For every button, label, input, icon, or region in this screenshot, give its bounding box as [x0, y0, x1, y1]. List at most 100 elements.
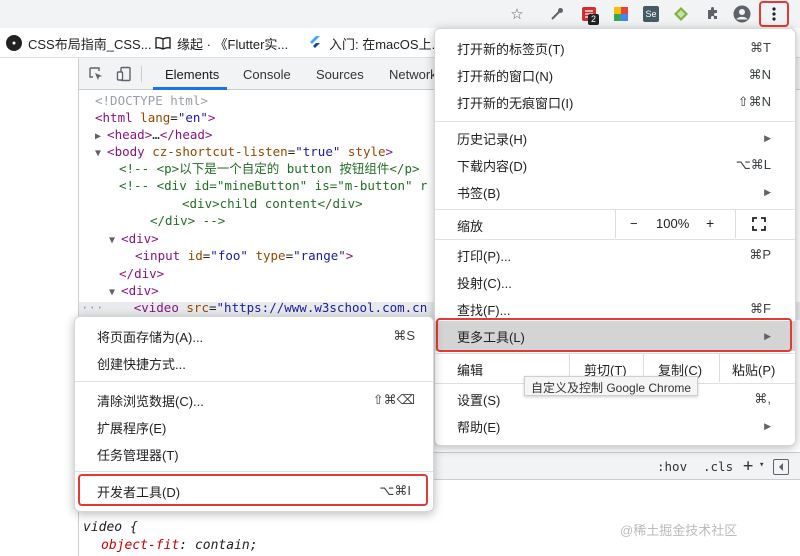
menu-item-label: 打开新的标签页(T) [457, 41, 565, 57]
dom-line[interactable]: <!DOCTYPE html> [95, 92, 208, 109]
fullscreen-button[interactable] [735, 210, 795, 238]
bookmark-item[interactable]: 缘起 · 《Flutter实... [155, 34, 288, 52]
menu-item-bookmarks[interactable]: 书签(B) ▶ [435, 179, 795, 205]
se-icon[interactable]: Se [640, 3, 662, 25]
extension-icon-2[interactable] [610, 3, 632, 25]
dom-line[interactable]: <input id="foo" type="range"> [135, 247, 353, 264]
submenu-arrow-icon: ▶ [764, 132, 771, 143]
expand-arrow-icon[interactable]: ▶ [95, 131, 107, 142]
menu-item-incognito[interactable]: 打开新的无痕窗口(I) ⇧⌘N [435, 89, 795, 115]
toggle-sidebar-icon[interactable] [773, 459, 789, 475]
submenu-item-clear-data[interactable]: 清除浏览数据(C)... ⇧⌘⌫ [75, 387, 433, 413]
site-icon: ● [6, 35, 22, 51]
fullscreen-icon [752, 217, 766, 231]
menu-item-history[interactable]: 历史记录(H) ▶ [435, 125, 795, 151]
dom-line[interactable]: <!-- <div id="mineButton" is="m-button" … [119, 177, 428, 194]
menu-item-label: 扩展程序(E) [97, 420, 167, 436]
menu-item-help[interactable]: 帮助(E) ▶ [435, 413, 795, 439]
tag-name: body [114, 144, 145, 159]
comment-text: </div> --> [150, 213, 226, 228]
css-declaration[interactable]: object-fit: contain; [101, 538, 258, 553]
eyedropper-icon[interactable] [546, 3, 568, 25]
comment-text: <!-- <div id="mineButton" is="m-button" … [119, 178, 428, 193]
developer-tools-highlight-box [78, 474, 428, 506]
profile-icon[interactable] [731, 3, 753, 25]
zoom-level: 100% [656, 216, 690, 231]
device-toolbar-icon[interactable] [115, 65, 133, 83]
zoom-out-button[interactable]: − [630, 216, 638, 231]
puzzle-icon[interactable] [702, 3, 724, 25]
collapse-arrow-icon[interactable]: ▼ [95, 148, 107, 159]
submenu-item-save-page[interactable]: 将页面存储为(A)... ⌘S [75, 323, 433, 349]
submenu-item-extensions[interactable]: 扩展程序(E) [75, 414, 433, 440]
menu-item-new-window[interactable]: 打开新的窗口(N) ⌘N [435, 62, 795, 88]
submenu-item-task-manager[interactable]: 任务管理器(T) [75, 441, 433, 467]
chevron-down-icon[interactable]: ▾ [759, 460, 764, 470]
dom-line[interactable]: </div> [119, 265, 164, 282]
more-tools-highlight-box [436, 318, 792, 352]
menu-item-shortcut: ⌘F [750, 301, 771, 316]
menu-item-label: 打印(P)... [457, 248, 512, 264]
collapse-arrow-icon[interactable]: ▼ [109, 287, 121, 298]
bookmark-label: 缘起 · 《Flutter实... [177, 36, 289, 52]
css-property: object-fit [101, 538, 180, 553]
submenu-item-create-shortcut[interactable]: 创建快捷方式... [75, 350, 433, 376]
menu-item-new-tab[interactable]: 打开新的标签页(T) ⌘T [435, 35, 795, 61]
menu-item-shortcut: ⇧⌘N [737, 94, 771, 109]
comment-text: <!-- <p>以下是一个自定的 button 按钮组件</p> [119, 161, 420, 176]
menu-item-shortcut: ⌥⌘L [735, 157, 771, 172]
hover-state-toggle[interactable]: :hov [657, 459, 687, 474]
menu-item-downloads[interactable]: 下载内容(D) ⌥⌘L [435, 152, 795, 178]
dom-line[interactable]: </div> --> [150, 212, 225, 229]
bookmark-label: 入门: 在macOS上... [329, 36, 443, 52]
menu-item-label: 投射(C)... [457, 275, 512, 291]
attr-name: cz-shortcut-listen [152, 144, 288, 159]
attr-name: lang [140, 110, 171, 125]
new-style-rule-button[interactable]: + [743, 456, 753, 476]
bookmark-item[interactable]: 入门: 在macOS上... [307, 34, 442, 52]
bookmark-item[interactable]: ● CSS布局指南_CSS... [6, 34, 152, 52]
tooltip: 自定义及控制 Google Chrome [524, 376, 699, 396]
class-toggle[interactable]: .cls [703, 459, 733, 474]
menu-divider [75, 471, 433, 472]
menu-item-label: 将页面存储为(A)... [97, 329, 204, 345]
more-dots-icon[interactable]: ··· [81, 300, 119, 315]
menu-item-label: 设置(S) [457, 392, 501, 408]
menu-item-label: 书签(B) [457, 185, 501, 201]
menu-item-label: 帮助(E) [457, 419, 501, 435]
menu-item-label: 任务管理器(T) [97, 447, 179, 463]
dom-line[interactable]: ··· <video src="https://www.w3school.com… [81, 299, 427, 316]
menu-divider [435, 121, 795, 122]
tab-elements[interactable]: Elements [165, 67, 219, 82]
bookmark-label: CSS布局指南_CSS... [28, 36, 152, 52]
edit-label: 编辑 [457, 362, 484, 378]
menu-item-label: 下载内容(D) [457, 158, 528, 174]
tab-sources[interactable]: Sources [316, 67, 364, 82]
menu-item-print[interactable]: 打印(P)... ⌘P [435, 242, 795, 268]
menu-item-label: 查找(F)... [457, 302, 511, 318]
dom-line[interactable]: <div>child content</div> [182, 195, 363, 212]
book-icon [155, 35, 171, 51]
tag-name: div [128, 283, 152, 298]
flutter-icon [307, 35, 323, 51]
menu-divider [75, 381, 433, 382]
attr-value: "range" [293, 248, 346, 263]
menu-item-shortcut: ⌘, [754, 391, 771, 406]
star-icon[interactable]: ☆ [506, 3, 528, 25]
zoom-in-button[interactable]: + [706, 215, 714, 231]
submenu-arrow-icon: ▶ [764, 186, 771, 197]
collapse-arrow-icon[interactable]: ▼ [109, 235, 121, 246]
menu-item-label: 打开新的窗口(N) [457, 68, 554, 84]
menu-item-zoom: 缩放 − 100% + [435, 210, 795, 239]
menu-item-shortcut: ⌘P [749, 247, 771, 262]
diamond-icon[interactable] [670, 3, 692, 25]
tab-console[interactable]: Console [243, 67, 291, 82]
tab-network[interactable]: Network [389, 67, 437, 82]
inspect-element-icon[interactable] [87, 65, 105, 83]
paste-button[interactable]: 粘贴(P) [719, 354, 795, 382]
dom-line[interactable]: <!-- <p>以下是一个自定的 button 按钮组件</p> [119, 160, 420, 177]
toolbar-divider [141, 66, 142, 82]
menu-item-cast[interactable]: 投射(C)... [435, 269, 795, 295]
dom-line[interactable]: <html lang="en"> [95, 109, 215, 126]
attr-name: id [187, 248, 203, 263]
